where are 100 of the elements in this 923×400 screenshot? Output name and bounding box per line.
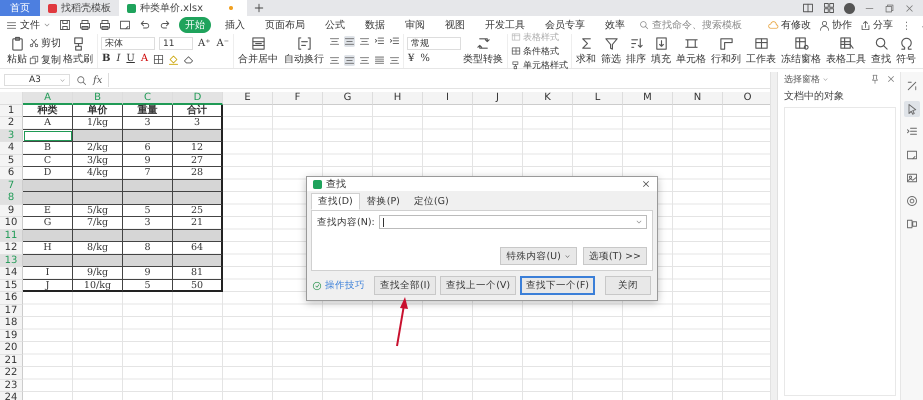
selected-cell[interactable]	[173, 180, 223, 192]
scrollbar[interactable]	[770, 72, 777, 400]
dialog-button[interactable]: 查找下一个(F)	[520, 276, 595, 295]
ribbon-tab[interactable]: 视图	[439, 17, 471, 33]
table-cell[interactable]: 81	[173, 267, 223, 280]
toolbar-button[interactable]: 单元格	[675, 35, 707, 67]
function-label[interactable]: fx	[93, 74, 102, 86]
selected-cell[interactable]	[73, 254, 123, 267]
row-header[interactable]: 5	[0, 154, 23, 167]
style-menu-item[interactable]: 单元格样式	[511, 58, 568, 72]
column-header[interactable]: J	[473, 92, 523, 104]
table-cell[interactable]: 单价	[73, 104, 123, 117]
table-cell[interactable]: 12	[173, 142, 223, 154]
table-cell[interactable]: 27	[173, 154, 223, 167]
justify-icon[interactable]	[374, 54, 385, 66]
document-tab[interactable]: 种类单价.xlsx	[119, 0, 248, 16]
align-icon[interactable]	[359, 54, 370, 66]
eraser-icon[interactable]	[183, 54, 194, 64]
column-header[interactable]: I	[423, 92, 473, 104]
apps-icon[interactable]	[823, 2, 835, 14]
dialog-button[interactable]: 查找全部(I)	[374, 276, 436, 295]
align-icon[interactable]	[344, 54, 355, 66]
table-cell[interactable]: 9	[123, 154, 173, 167]
selected-cell[interactable]	[123, 180, 173, 192]
dialog-button[interactable]: 选项(T) >>	[582, 247, 647, 265]
selected-cell[interactable]	[23, 254, 73, 267]
column-header[interactable]: N	[673, 92, 723, 104]
redo-icon[interactable]	[159, 19, 171, 31]
close-icon[interactable]	[886, 74, 896, 84]
paste-button[interactable]: 粘贴	[6, 35, 28, 67]
align-icon[interactable]	[344, 36, 355, 48]
toolbar-button[interactable]: 查找	[870, 35, 892, 67]
selected-cell[interactable]	[73, 130, 123, 142]
table-cell[interactable]: 10/kg	[73, 280, 123, 292]
row-header[interactable]: 6	[0, 167, 23, 180]
row-header[interactable]: 19	[0, 330, 23, 342]
selected-cell[interactable]	[173, 130, 223, 142]
align-icon[interactable]	[329, 54, 340, 66]
merge-center-button[interactable]: 合并居中	[237, 35, 279, 67]
row-header[interactable]: 4	[0, 142, 23, 154]
toolbar-button[interactable]: 符号	[895, 35, 917, 67]
row-header[interactable]: 2	[0, 117, 23, 130]
ribbon-tab[interactable]: 审阅	[399, 17, 431, 33]
align-icon[interactable]	[389, 54, 400, 66]
toolbar-button[interactable]: 行和列	[710, 35, 742, 67]
name-box[interactable]: A3	[4, 74, 70, 86]
selected-cell[interactable]	[123, 192, 173, 204]
toolbar-button[interactable]: 工作表	[745, 35, 777, 67]
document-tab[interactable]: 找稻壳模板	[40, 0, 119, 16]
tips-link[interactable]: 操作技巧	[312, 279, 365, 292]
target-icon[interactable]	[904, 193, 920, 209]
font-size-button[interactable]: A⁻	[216, 38, 230, 50]
row-header[interactable]: 17	[0, 304, 23, 317]
format-painter-button[interactable]: 格式刷	[62, 35, 94, 67]
preview-icon[interactable]	[119, 19, 131, 31]
borders-icon[interactable]	[153, 54, 164, 64]
dialog-button[interactable]: 特殊内容(U)	[500, 247, 577, 265]
ribbon-tab[interactable]: 页面布局	[259, 17, 311, 33]
column-header[interactable]: G	[323, 92, 373, 104]
toolbar-button[interactable]: 冻结窗格	[780, 35, 822, 67]
row-header[interactable]: 1	[0, 104, 23, 117]
selected-cell[interactable]	[73, 230, 123, 242]
column-header[interactable]: K	[523, 92, 573, 104]
selected-cell[interactable]	[123, 230, 173, 242]
table-cell[interactable]: C	[23, 154, 73, 167]
ribbon-tab[interactable]: 插入	[219, 17, 251, 33]
fill-color-icon[interactable]	[168, 54, 180, 64]
document-tab[interactable]: 首页	[0, 0, 40, 16]
undo-icon[interactable]	[139, 19, 151, 31]
table-cell[interactable]: 5/kg	[73, 204, 123, 217]
toolbar-button[interactable]: 筛选	[600, 35, 622, 67]
format-button[interactable]: I	[115, 53, 122, 65]
row-header[interactable]: 14	[0, 267, 23, 280]
table-cell[interactable]: 5	[123, 280, 173, 292]
find-input-field[interactable]	[378, 215, 647, 229]
toolbar-button[interactable]: 求和	[575, 35, 597, 67]
row-header[interactable]: 20	[0, 342, 23, 354]
number-format-button[interactable]: ¥	[407, 53, 416, 65]
file-menu[interactable]: 文件	[6, 18, 51, 32]
table-cell[interactable]: 种类	[23, 104, 73, 117]
font-name-field[interactable]: 宋体	[101, 37, 155, 50]
layout-icon[interactable]	[802, 2, 814, 14]
table-cell[interactable]: 3/kg	[73, 154, 123, 167]
type-convert-button[interactable]: 类型转换	[462, 35, 504, 67]
table-cell[interactable]: B	[23, 142, 73, 154]
row-header[interactable]: 16	[0, 292, 23, 304]
table-cell[interactable]: 25	[173, 204, 223, 217]
row-header[interactable]: 22	[0, 367, 23, 380]
align-icon[interactable]	[359, 36, 370, 48]
column-header[interactable]: H	[373, 92, 423, 104]
toolbar-button[interactable]: 协作	[819, 18, 852, 32]
dialog-button[interactable]: 关闭	[605, 276, 651, 295]
selected-cell[interactable]	[123, 254, 173, 267]
table-cell[interactable]: 5	[123, 204, 173, 217]
table-cell[interactable]: 重量	[123, 104, 173, 117]
dialog-button[interactable]: 查找上一个(V)	[440, 276, 516, 295]
pin-icon[interactable]	[870, 74, 880, 84]
selected-cell[interactable]	[173, 192, 223, 204]
toolbar-button[interactable]: 有修改	[768, 18, 811, 32]
active-cell[interactable]	[23, 130, 73, 142]
